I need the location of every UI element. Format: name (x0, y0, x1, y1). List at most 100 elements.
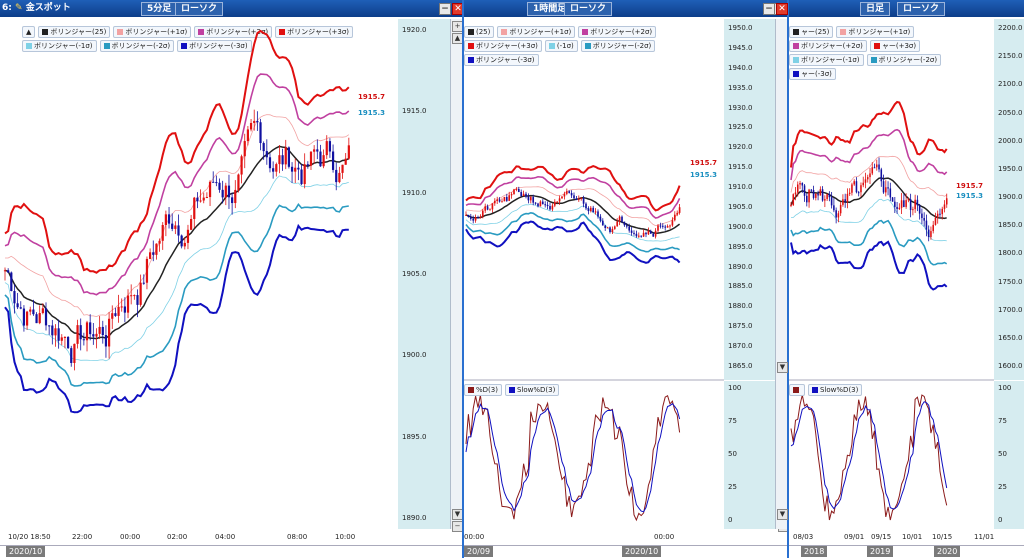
zoom-out-button[interactable]: − (452, 521, 462, 532)
candle-body (171, 223, 174, 229)
close-icon[interactable]: ✕ (776, 3, 788, 15)
bollinger-band-line (465, 220, 681, 264)
candle-body (265, 151, 268, 158)
candle-body (808, 189, 810, 203)
bollinger-band-line (790, 240, 948, 291)
vertical-scrollbar[interactable]: ▼ ▼ (775, 19, 788, 529)
candle-body (621, 216, 623, 222)
navigator-bar[interactable]: 20/09 2020/10 (464, 545, 789, 558)
nav-period-label: 2018 (801, 546, 828, 557)
time-tick-label: 10/20 18:50 (8, 533, 51, 541)
time-tick-label: 08/03 (793, 533, 814, 541)
legend-item[interactable]: %D(3) (464, 384, 502, 396)
legend-item[interactable]: Slow%D(3) (808, 384, 863, 396)
legend-item[interactable] (789, 384, 805, 396)
scroll-down-icon[interactable]: ▼ (777, 362, 788, 373)
candle-body (66, 337, 70, 349)
price-tick-label: 1600.0 (998, 362, 1023, 370)
candle-body (205, 197, 208, 199)
candle-body (551, 205, 554, 210)
price-chart-daily[interactable] (789, 0, 1024, 558)
candle-body (19, 307, 22, 309)
candle-body (529, 197, 532, 201)
price-tick-label: 2200.0 (998, 24, 1023, 32)
candle-body (860, 185, 862, 193)
candle-body (322, 155, 325, 167)
candle-body (41, 308, 44, 314)
scroll-down-icon[interactable]: ▼ (452, 509, 462, 520)
candle-body (120, 306, 123, 308)
candle-body (522, 193, 525, 197)
candle-body (932, 224, 934, 232)
candle-body (649, 230, 652, 234)
navigator-bar[interactable]: 2020/10 (0, 545, 462, 558)
candle-body (158, 240, 161, 244)
price-tick-label: 1950.0 (728, 24, 753, 32)
candle-body (842, 199, 844, 205)
candle-body (891, 197, 894, 202)
candle-body (515, 188, 518, 190)
candle-body (889, 188, 892, 198)
candle-body (570, 192, 573, 196)
candle-body (104, 334, 108, 347)
candle-body (896, 206, 898, 209)
candle-body (794, 192, 797, 195)
candle-body (835, 210, 837, 218)
candle-body (939, 213, 941, 215)
candle-body (885, 187, 887, 193)
stochastic-axis: 100 75 50 25 0 (724, 381, 776, 529)
candle-body (628, 226, 631, 231)
candle-body (866, 177, 869, 180)
candle-body (830, 197, 833, 206)
candle-body (278, 155, 281, 165)
candle-body (671, 220, 674, 226)
candle-body (661, 225, 664, 227)
price-tick-label: 1900.0 (998, 193, 1023, 201)
price-chart-5min[interactable] (0, 0, 462, 558)
time-tick-label: 11/01 (974, 533, 995, 541)
price-tick-label: 1700.0 (998, 305, 1023, 314)
candle-body (331, 151, 335, 170)
candle-body (341, 164, 344, 173)
price-tick-label: 1650.0 (998, 333, 1023, 342)
moving-average-line (465, 194, 681, 234)
candle-body (537, 203, 539, 207)
candle-body (525, 193, 527, 197)
minimize-icon[interactable]: − (763, 3, 775, 15)
vertical-scrollbar[interactable]: + ▲ ▼ − (450, 19, 462, 532)
candle-body (864, 179, 867, 183)
price-tick-label: 1940.0 (728, 63, 753, 72)
navigator-bar[interactable]: 2018 2019 2020 (789, 545, 1024, 558)
price-tick-label: 1920.0 (728, 143, 753, 152)
candle-body (539, 201, 542, 207)
candle-body (472, 218, 475, 221)
candle-body (7, 270, 10, 273)
price-axis: 1920.0 1915.0 1910.0 1905.0 1900.0 1895.0 1890… (398, 19, 450, 529)
zoom-in-button[interactable]: + (452, 21, 462, 32)
price-tick-label: 1750.0 (998, 277, 1023, 286)
scroll-up-icon[interactable]: ▲ (452, 33, 462, 44)
candle-body (208, 181, 212, 198)
candle-body (664, 226, 667, 228)
scroll-down-icon[interactable]: ▼ (777, 509, 788, 520)
candle-body (29, 309, 32, 312)
candle-body (275, 164, 278, 172)
time-axis: 10/20 18:50 22:00 00:00 02:00 04:00 08:00 10:0… (0, 533, 462, 543)
price-tick-label: 1900.0 (728, 222, 753, 231)
candle-body (130, 295, 133, 297)
price-tick-label: 1890.0 (728, 262, 753, 271)
candle-body (558, 198, 561, 202)
candle-body (796, 184, 799, 193)
candle-body (60, 337, 63, 341)
candle-body (474, 217, 477, 221)
price-tick-label: 1870.0 (728, 342, 753, 351)
legend-item[interactable]: Slow%D(3) (504, 384, 560, 396)
candle-body (224, 185, 227, 198)
candle-body (95, 333, 98, 337)
candle-body (880, 169, 883, 182)
candle-body (945, 198, 948, 205)
candle-body (871, 167, 874, 174)
candle-body (925, 220, 928, 230)
price-tick-label: 2050.0 (998, 108, 1023, 117)
candle-body (801, 182, 804, 186)
